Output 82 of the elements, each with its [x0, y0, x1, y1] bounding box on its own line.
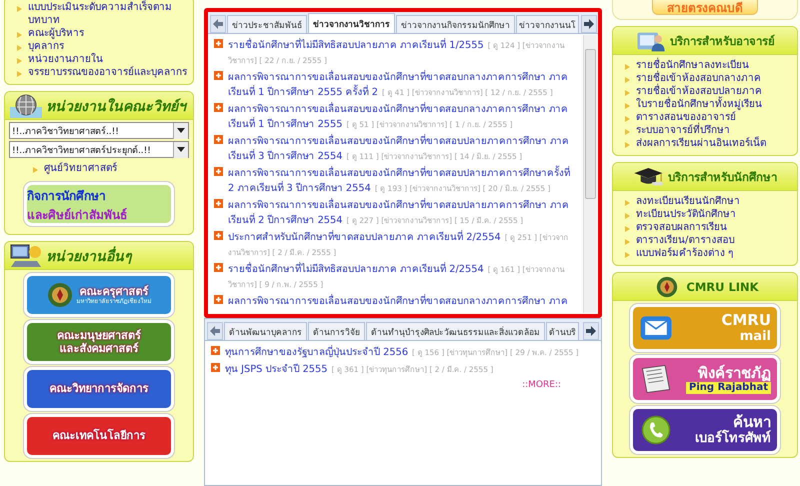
bullet-icon	[17, 71, 22, 77]
tab[interactable]: ด้านพัฒนาบุคลากร	[224, 322, 307, 340]
bullet-icon	[625, 200, 630, 206]
dropdown[interactable]: !!..ภาควิชาวิทยาศาสตร์ประยุกต์..!!	[9, 141, 189, 158]
phone-icon	[639, 415, 673, 445]
faculty-banner[interactable]: คณะวิทยาการจัดการ	[24, 367, 174, 411]
menu-link[interactable]: คณะผู้บริหาร	[28, 27, 84, 40]
bullet-icon	[17, 45, 22, 51]
arrow-right-icon[interactable]	[583, 18, 595, 30]
panel-title: บริการสำหรับนักศึกษา	[668, 168, 777, 186]
faculty-banner[interactable]: คณะมนุษยศาสตร์ และสังคมศาสตร์	[24, 320, 174, 364]
panel-title: บริการสำหรับอาจารย์	[670, 32, 775, 50]
bullet-icon	[17, 32, 22, 38]
faculty-banner[interactable]: คณะเทคโนโลยีการ	[24, 414, 174, 458]
tab[interactable]: ข่าวจากงานกิจกรรมนักศึกษา	[396, 15, 515, 33]
dropdown[interactable]: !!..ภาควิชาวิทยาศาสตร์..!!	[9, 122, 189, 139]
more-link[interactable]: ::MORE::	[211, 380, 561, 390]
tab[interactable]: ข่าวประชาสัมพันธ์	[227, 15, 307, 33]
menu-link[interactable]: ศูนย์วิทยาศาสตร์	[44, 162, 117, 175]
bullet-icon	[33, 167, 38, 173]
menu-link[interactable]: ตรวจสอบผลการเรียน	[636, 221, 727, 234]
menu-link[interactable]: หน่วยงานภายใน	[28, 53, 103, 66]
panel-title: หน่วยงานในคณะวิทย์ฯ	[46, 97, 186, 116]
bullet-icon	[17, 6, 22, 12]
menu-link[interactable]: บุคลากร	[28, 40, 64, 53]
plus-icon	[214, 135, 223, 144]
bullet-icon	[625, 226, 630, 232]
menu-link[interactable]: ตารางเรียน/ตารางสอบ	[636, 234, 734, 247]
bullet-icon	[625, 103, 630, 109]
bullet-icon	[625, 90, 630, 96]
panel-title: หน่วยงานอื่นๆ	[46, 244, 132, 266]
menu-link[interactable]: ระบบอาจารย์ที่ปรึกษา	[636, 124, 730, 137]
graduation-cap-icon	[633, 166, 665, 188]
link-banner[interactable]: ค้นหา เบอร์โทรศัพท์	[630, 406, 780, 454]
arrow-left-icon[interactable]	[209, 325, 221, 337]
tab[interactable]: ด้านบริ	[546, 322, 579, 340]
student-affairs-banner[interactable]: กิจการนักศึกษา และศิษย์เก่าสัมพันธ์	[24, 182, 174, 226]
menu-link[interactable]: รายชื่อเข้าห้องสอบปลายภาค	[636, 85, 762, 98]
computer-icon	[9, 242, 43, 268]
plus-icon	[214, 295, 223, 304]
bullet-icon	[625, 77, 630, 83]
arrow-left-icon[interactable]	[212, 18, 224, 30]
menu-link[interactable]: ทะเบียนประวัตินักศึกษา	[636, 208, 736, 221]
bullet-icon	[625, 64, 630, 70]
plus-icon	[214, 39, 223, 48]
bullet-icon	[625, 116, 630, 122]
bullet-icon	[17, 58, 22, 64]
menu-link[interactable]: ตารางสอนของอาจารย์	[636, 111, 736, 124]
tab[interactable]: ข่าวจากงานนโ	[516, 15, 579, 33]
link-banner[interactable]: พิงค์ราชภัฏ Ping Rajabhat	[630, 355, 780, 403]
globe-icon	[9, 92, 43, 118]
plus-icon	[214, 231, 223, 240]
tab[interactable]: ด้านการวิจัย	[308, 322, 365, 340]
menu-link[interactable]: ใบรายชื่อนักศึกษาทั้งหมู่เรียน	[636, 98, 762, 111]
menu-link[interactable]: ส่งผลการเรียนผ่านอินเทอร์เน็ต	[636, 137, 766, 150]
panel-title: CMRU LINK	[686, 280, 759, 294]
tab[interactable]: ข่าวจากงานวิชาการ	[308, 13, 395, 33]
scrollbar[interactable]	[583, 35, 597, 313]
bullet-icon	[625, 213, 630, 219]
plus-icon	[214, 71, 223, 80]
menu-link[interactable]: รายชื่อนักศึกษาลงทะเบียน	[636, 59, 749, 72]
bullet-icon	[625, 142, 630, 148]
news-item[interactable]: ผลการพิจารณาการขอเลื่อนสอบของนักศึกษาที่ขาดสอบกลางภาคการศึกษา ภาค	[228, 293, 568, 308]
newspaper-icon	[639, 364, 673, 394]
plus-icon	[214, 199, 223, 208]
menu-link[interactable]: จรรยาบรรณของอาจารย์และบุคลากร	[28, 66, 187, 79]
menu-link[interactable]: แบบฟอร์มคำร้องต่าง ๆ	[636, 247, 734, 260]
menu-link[interactable]: แบบประเมินระดับความสำเร็จตามบทบาท	[28, 1, 189, 27]
plus-icon	[211, 346, 220, 355]
bullet-icon	[625, 239, 630, 245]
emblem-icon	[46, 282, 72, 308]
plus-icon	[214, 103, 223, 112]
menu-link[interactable]: ลงทะเบียนเรียนนักศึกษา	[636, 195, 740, 208]
plus-icon	[211, 363, 220, 372]
arrow-right-icon[interactable]	[585, 325, 597, 337]
plus-icon	[214, 167, 223, 176]
plus-icon	[214, 263, 223, 272]
menu-link[interactable]: รายชื่อเข้าห้องสอบกลางภาค	[636, 72, 761, 85]
bullet-icon	[625, 129, 630, 135]
tab[interactable]: ด้านทำนุบำรุงศิลปะวัฒนธรรมและสิ่งแวดล้อม	[366, 322, 545, 340]
bullet-icon	[625, 252, 630, 258]
person-icon	[635, 30, 667, 52]
